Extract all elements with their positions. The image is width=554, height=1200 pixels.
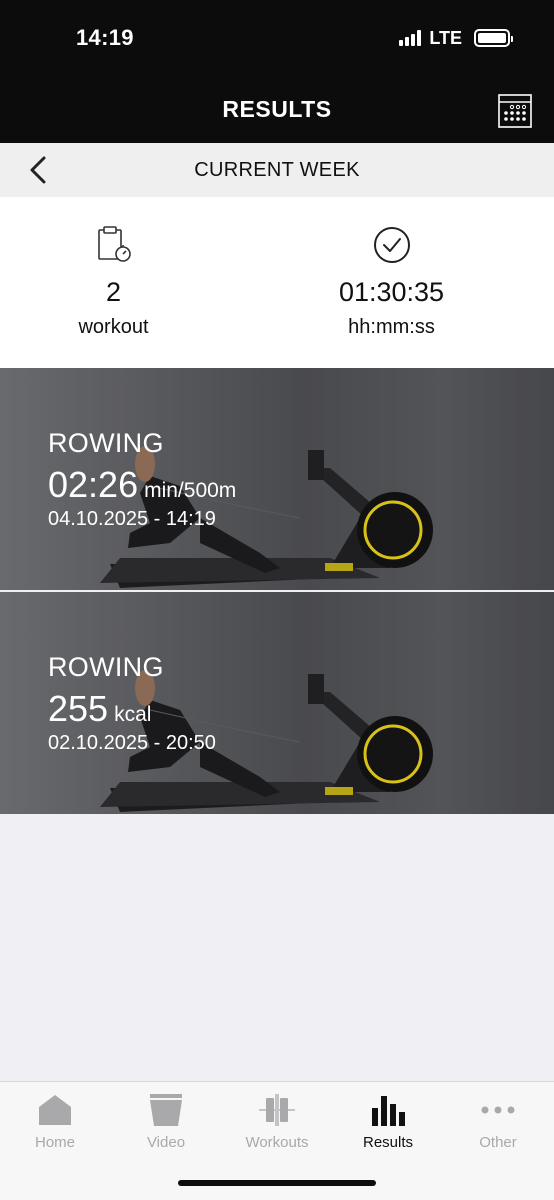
more-dots-icon bbox=[481, 1106, 515, 1114]
home-icon bbox=[39, 1095, 71, 1125]
workout-metric-unit: min/500m bbox=[144, 479, 237, 502]
dumbbell-icon bbox=[259, 1094, 295, 1126]
workout-type: ROWING bbox=[48, 428, 164, 458]
week-summary: 2 workout 01:30:35 hh:mm:ss bbox=[0, 197, 554, 368]
bar-chart-icon bbox=[372, 1096, 405, 1126]
workout-card[interactable]: ROWING 255 kcal 02.10.2025 - 20:50 bbox=[0, 592, 554, 814]
workout-count-unit: workout bbox=[78, 316, 149, 338]
app-header: 14:19 LTE RESULTS bbox=[0, 0, 554, 143]
tab-home[interactable]: Home bbox=[0, 1092, 110, 1151]
workout-metric: 255 kcal bbox=[48, 688, 151, 730]
tab-results[interactable]: Results bbox=[333, 1092, 443, 1151]
tab-label: Video bbox=[146, 1134, 186, 1151]
workout-type: ROWING bbox=[48, 652, 164, 682]
clock-check-icon bbox=[373, 227, 410, 263]
week-navigation: CURRENT WEEK bbox=[0, 143, 554, 197]
week-title: CURRENT WEEK bbox=[194, 159, 360, 181]
tab-workouts[interactable]: Workouts bbox=[222, 1092, 332, 1151]
battery-icon bbox=[474, 29, 513, 47]
workout-metric: 02:26 min/500m bbox=[48, 464, 236, 506]
workout-metric-unit: kcal bbox=[114, 703, 152, 726]
duration-stat: 01:30:35 hh:mm:ss bbox=[253, 197, 530, 339]
status-time: 14:19 bbox=[76, 25, 134, 50]
duration-unit: hh:mm:ss bbox=[348, 316, 435, 338]
video-folder-icon bbox=[150, 1094, 182, 1126]
tab-label: Workouts bbox=[245, 1134, 309, 1151]
status-indicators: LTE bbox=[399, 27, 513, 49]
tab-label: Home bbox=[34, 1134, 75, 1151]
clipboard-timer-icon bbox=[97, 226, 131, 262]
workout-count-stat: 2 workout bbox=[0, 197, 252, 339]
tab-label: Other bbox=[479, 1134, 517, 1151]
page-title: RESULTS bbox=[222, 96, 332, 122]
signal-icon bbox=[399, 30, 422, 46]
tab-video[interactable]: Video bbox=[111, 1092, 221, 1151]
tab-label: Results bbox=[362, 1134, 414, 1151]
network-type: LTE bbox=[429, 27, 462, 48]
home-indicator bbox=[178, 1180, 376, 1186]
duration-value: 01:30:35 bbox=[338, 277, 445, 307]
workout-metric-value: 255 bbox=[48, 688, 109, 729]
workout-date: 02.10.2025 - 20:50 bbox=[48, 732, 216, 754]
workout-count-value: 2 bbox=[105, 277, 122, 307]
tab-other[interactable]: Other bbox=[443, 1092, 553, 1151]
workout-metric-value: 02:26 bbox=[48, 464, 139, 505]
workout-date: 04.10.2025 - 14:19 bbox=[48, 508, 216, 530]
workout-card[interactable]: ROWING 02:26 min/500m 04.10.2025 - 14:19 bbox=[0, 368, 554, 590]
calendar-icon[interactable] bbox=[498, 94, 532, 128]
